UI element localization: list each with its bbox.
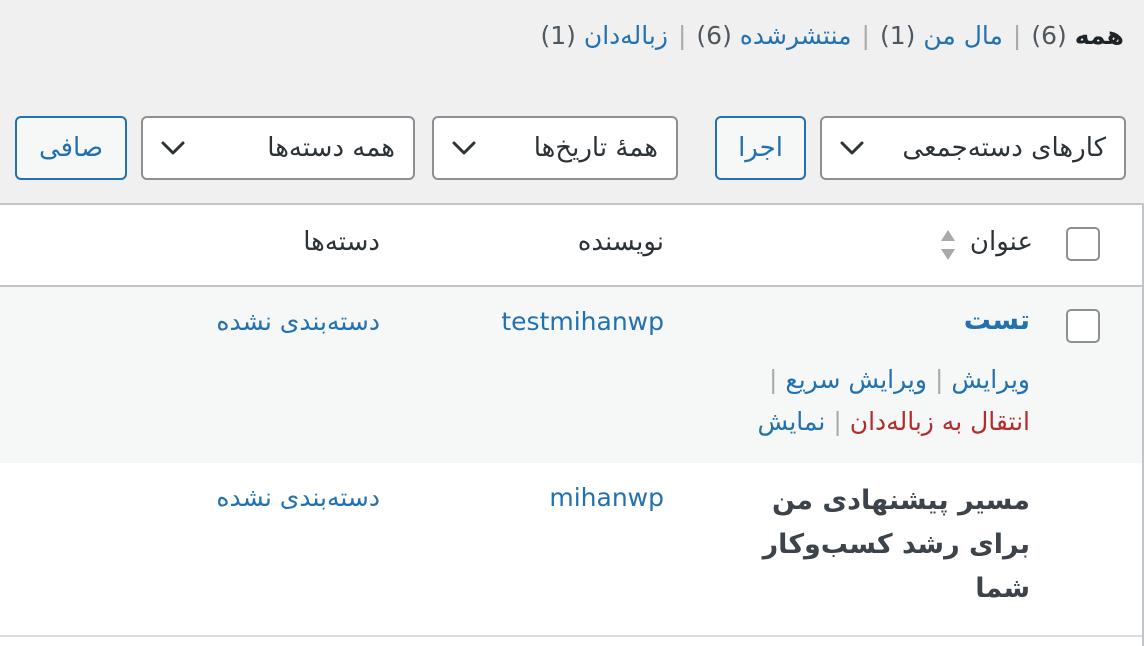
separator: |: [934, 365, 944, 394]
category-filter-value: همه دسته‌ها: [267, 133, 395, 163]
date-filter-value: همهٔ تاریخ‌ها: [533, 133, 658, 163]
filter-all-count: (6): [1031, 21, 1067, 50]
column-author: نویسنده: [577, 227, 664, 257]
table-header: عنوان نویسنده دسته‌ها: [0, 205, 1142, 287]
separator: |: [768, 365, 778, 394]
select-all-checkbox[interactable]: [1066, 227, 1100, 261]
post-title-link[interactable]: تست: [964, 305, 1030, 336]
column-title-sort[interactable]: عنوان: [970, 227, 1033, 257]
author-link[interactable]: mihanwp: [549, 483, 664, 512]
view-link[interactable]: نمایش: [757, 407, 825, 436]
table-row: تست ویرایش|ویرایش سریع| انتقال به زباله‌…: [0, 287, 1142, 463]
separator: |: [861, 21, 870, 50]
bulk-actions-value: کارهای دسته‌جمعی: [902, 133, 1106, 163]
category-filter-select[interactable]: همه دسته‌ها: [141, 116, 415, 180]
category-link[interactable]: دسته‌بندی نشده: [216, 483, 380, 512]
posts-table: عنوان نویسنده دسته‌ها تست ویرایش|ویرایش …: [0, 203, 1144, 646]
quick-edit-link[interactable]: ویرایش سریع: [785, 365, 927, 394]
date-filter-select[interactable]: همهٔ تاریخ‌ها: [432, 116, 678, 180]
filter-published[interactable]: منتشرشده (6): [696, 21, 851, 50]
separator: |: [833, 407, 842, 436]
filter-mine-label[interactable]: مال من: [923, 21, 1003, 50]
separator: |: [677, 21, 687, 50]
filter-trash[interactable]: زباله‌دان (1): [540, 21, 668, 50]
row-actions-secondary: انتقال به زباله‌دان | نمایش: [757, 401, 1030, 443]
bulk-actions-select[interactable]: کارهای دسته‌جمعی: [820, 116, 1126, 180]
table-row: مسیر پیشنهادی من برای رشد کسب‌وکار شما m…: [0, 463, 1142, 635]
filter-all-label: همه: [1074, 21, 1124, 50]
filter-published-count: (6): [696, 21, 732, 50]
filter-published-label[interactable]: منتشرشده: [740, 21, 852, 50]
row-checkbox[interactable]: [1066, 309, 1100, 343]
post-title[interactable]: مسیر پیشنهادی من برای رشد کسب‌وکار شما: [710, 479, 1030, 611]
chevron-down-icon: [161, 141, 185, 155]
column-categories: دسته‌ها: [303, 227, 380, 257]
chevron-down-icon: [452, 141, 476, 155]
status-filter-links: همه (6) | مال من (1) | منتشرشده (6) | زباله‌دا…: [540, 16, 1124, 56]
category-link[interactable]: دسته‌بندی نشده: [216, 307, 380, 336]
filter-button-label: صافی: [38, 133, 104, 163]
apply-button-label: اجرا: [738, 133, 783, 163]
apply-button[interactable]: اجرا: [715, 116, 806, 180]
filter-mine-count: (1): [879, 21, 916, 50]
filter-trash-count: (1): [540, 21, 576, 50]
filter-mine[interactable]: مال من (1): [880, 21, 1003, 50]
filter-trash-label[interactable]: زباله‌دان: [584, 21, 668, 50]
filter-button[interactable]: صافی: [15, 116, 127, 180]
separator: |: [1012, 21, 1022, 50]
edit-link[interactable]: ویرایش: [951, 365, 1030, 394]
row-divider: [0, 635, 1142, 637]
sort-icon: [941, 230, 955, 260]
author-link[interactable]: testmihanwp: [501, 307, 664, 336]
filter-all[interactable]: همه (6): [1031, 21, 1124, 50]
chevron-down-icon: [840, 141, 864, 155]
row-actions: ویرایش|ویرایش سریع|: [761, 359, 1030, 401]
trash-link[interactable]: انتقال به زباله‌دان: [850, 407, 1030, 436]
